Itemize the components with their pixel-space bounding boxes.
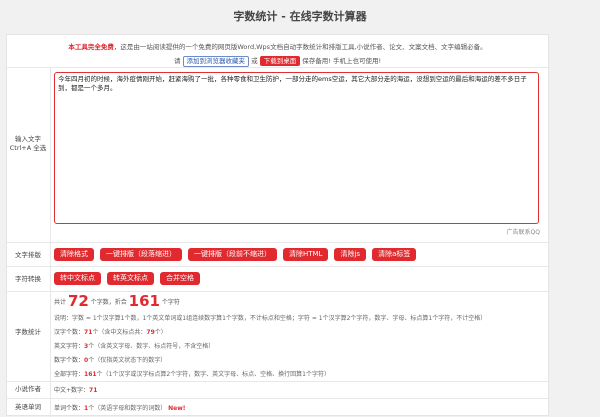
convert-row-label: 字符转换 [15,275,41,283]
all-label: 全部字符： [54,371,85,378]
intro-text: 本工具完全免费，这是由一站阅读提供的一个免费的网页版Word,Wps文档自动字数… [7,41,548,51]
clear-format-button[interactable]: 清除格式 [54,248,94,261]
han-label: 汉字个数： [54,329,85,336]
merge-spaces-button[interactable]: 合并空格 [160,272,200,285]
auto-layout-no-indent-button[interactable]: 一键排版（段前不缩进） [188,248,277,261]
stats-number: 数字个数：0个（仅指英文状态下的数字） [54,355,166,364]
text-input[interactable]: 今年四月初的时候，海外疫情刚开始，赶紧海购了一批，各种零食和卫生防护，一部分走的… [54,72,539,224]
divider [7,398,548,399]
novel-text: 中文+数字： [54,387,90,394]
ad-contact-link[interactable]: 广告联系QQ [507,227,540,236]
input-label-line1: 输入文字 [15,135,41,143]
han-mid: 个（含中文标点共： [92,329,147,336]
english-stats: 单词个数：1个（英语字母和数字的词数） New! [54,403,186,412]
en-label: 英文字符： [54,343,85,350]
stats-all: 全部字符：161个（1个汉字或汉字标点算2个字符，数字、英文字母、标点、空格、换… [54,369,330,378]
en-note: 个（含英文字母、数字、标点符号，不含空格） [88,343,215,350]
total-suffix: 个字符 [161,299,180,306]
stats-explain: 说明：字数 = 1个汉字算1个数，1个英文单词或1组连续数字算1个字数，不计标点… [54,315,487,322]
divider [7,381,548,382]
novel-row-label: 小说作者 [15,385,41,393]
intro-description: ，这是由一站阅读提供的一个免费的网页版Word,Wps文档自动字数统计和排版工具… [113,43,487,51]
convert-buttons: 转中文标点 转英文标点 合并空格 [54,272,200,285]
stats-total: 共计 72 个字数，折合 161 个字符 [54,292,180,310]
english-text: 单词个数： [54,405,85,412]
page-title: 字数统计 - 在线字数计算器 [233,10,367,23]
all-count: 161 [84,371,97,378]
to-chinese-punct-button[interactable]: 转中文标点 [54,272,101,285]
please-text: 请 [173,57,181,65]
all-note: 个（1个汉字或汉字标点算2个字符，数字、英文字母、标点、空格、换行回算1个字符） [96,371,331,378]
input-label: 输入文字 Ctrl+A 全选 [7,135,49,153]
stats-english: 英文字符：3个（含英文字母、数字、标点符号，不含空格） [54,341,214,350]
total-word-count: 72 [67,292,89,310]
tool-panel: 本工具完全免费，这是由一站阅读提供的一个免费的网页版Word,Wps文档自动字数… [6,34,549,417]
novel-stats: 中文+数字：71 [54,385,97,394]
auto-layout-indent-button[interactable]: 一键排版（段落缩进） [100,248,182,261]
num-label: 数字个数： [54,357,85,364]
to-english-punct-button[interactable]: 转英文标点 [107,272,154,285]
new-badge: New! [168,405,186,412]
total-char-count: 161 [128,292,160,310]
layout-buttons: 清除格式 一键排版（段落缩进） 一键排版（段前不缩进） 清除HTML 清除js … [54,248,417,261]
divider [7,242,548,243]
or-text: 或 [251,57,258,65]
save-text: 保存备用! 手机上也可使用! [302,57,382,65]
clear-a-tag-button[interactable]: 清除a标签 [372,248,417,261]
clear-html-button[interactable]: 清除HTML [283,248,329,261]
han-with-punct-count: 79 [146,329,155,336]
num-note: 个（仅指英文状态下的数字） [88,357,167,364]
layout-row-label: 文字排版 [15,251,41,259]
english-note: 个（英语字母和数字的词数） [88,405,167,412]
bookmark-button[interactable]: 添加到浏览器收藏夹 [182,56,250,67]
input-label-line2: Ctrl+A 全选 [9,144,47,152]
intro-actions: 请 添加到浏览器收藏夹 或 下载到桌面 保存备用! 手机上也可使用! [7,55,548,67]
divider [7,266,548,267]
english-row-label: 英语单词 [15,403,41,411]
stats-han: 汉字个数：71个（含中文标点共：79个） [54,327,167,336]
clear-js-button[interactable]: 清除js [334,248,367,261]
han-suffix: 个） [154,329,167,336]
divider [7,67,548,68]
stats-row-label: 字数统计 [15,328,41,336]
right-margin [549,34,600,416]
free-notice: 本工具完全免费 [68,43,114,51]
total-prefix: 共计 [54,299,67,306]
novel-value: 71 [89,387,98,394]
total-mid: 个字数，折合 [90,299,127,306]
download-button[interactable]: 下载到桌面 [259,56,301,66]
